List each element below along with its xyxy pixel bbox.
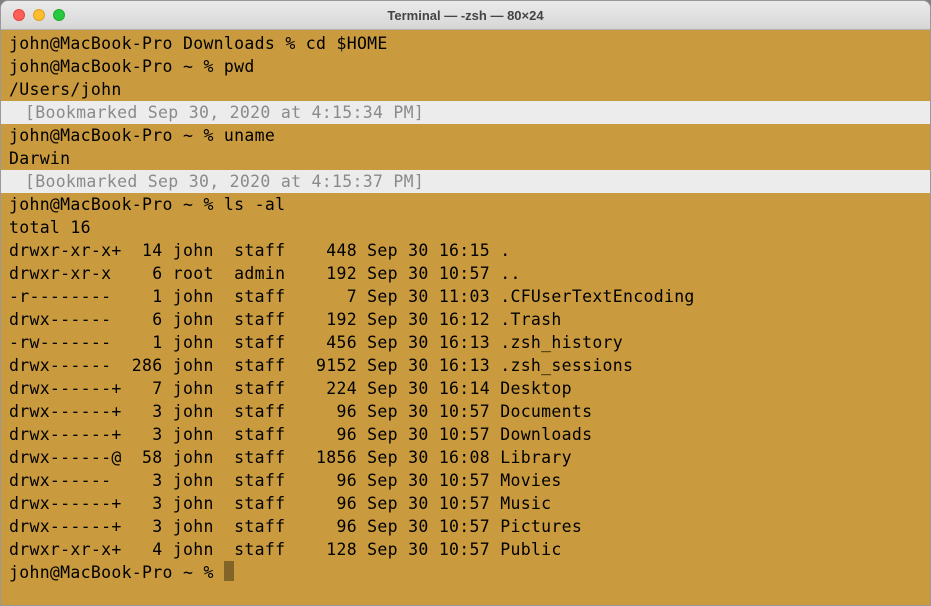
- bookmark-text: [Bookmarked Sep 30, 2020 at 4:15:34 PM]: [9, 103, 424, 122]
- command-line: john@MacBook-Pro ~ % ls -al: [9, 193, 922, 216]
- zoom-button[interactable]: [53, 9, 65, 21]
- output-line: drwx------+ 3 john staff 96 Sep 30 10:57…: [9, 400, 922, 423]
- minimize-button[interactable]: [33, 9, 45, 21]
- command-line: john@MacBook-Pro Downloads % cd $HOME: [9, 32, 922, 55]
- cursor: [224, 561, 234, 581]
- output-line: drwxr-xr-x+ 14 john staff 448 Sep 30 16:…: [9, 239, 922, 262]
- bookmark-line: [Bookmarked Sep 30, 2020 at 4:15:34 PM]: [1, 101, 930, 124]
- output-line: drwxr-xr-x 6 root admin 192 Sep 30 10:57…: [9, 262, 922, 285]
- command-line: john@MacBook-Pro ~ % pwd: [9, 55, 922, 78]
- close-button[interactable]: [13, 9, 25, 21]
- terminal-window: Terminal — -zsh — 80×24 john@MacBook-Pro…: [0, 0, 931, 606]
- output-line: drwx------ 286 john staff 9152 Sep 30 16…: [9, 354, 922, 377]
- output-line: drwx------+ 3 john staff 96 Sep 30 10:57…: [9, 423, 922, 446]
- window-title: Terminal — -zsh — 80×24: [1, 8, 930, 23]
- output-line: /Users/john: [9, 78, 922, 101]
- prompt-line[interactable]: john@MacBook-Pro ~ %: [9, 561, 922, 584]
- prompt-text: john@MacBook-Pro ~ %: [9, 563, 224, 582]
- output-line: drwxr-xr-x+ 4 john staff 128 Sep 30 10:5…: [9, 538, 922, 561]
- bookmark-line: [Bookmarked Sep 30, 2020 at 4:15:37 PM]: [1, 170, 930, 193]
- traffic-lights: [1, 9, 65, 21]
- bookmark-text: [Bookmarked Sep 30, 2020 at 4:15:37 PM]: [9, 172, 424, 191]
- output-line: total 16: [9, 216, 922, 239]
- output-line: drwx------@ 58 john staff 1856 Sep 30 16…: [9, 446, 922, 469]
- output-line: drwx------+ 7 john staff 224 Sep 30 16:1…: [9, 377, 922, 400]
- command-line: john@MacBook-Pro ~ % uname: [9, 124, 922, 147]
- output-line: -rw------- 1 john staff 456 Sep 30 16:13…: [9, 331, 922, 354]
- output-line: drwx------ 3 john staff 96 Sep 30 10:57 …: [9, 469, 922, 492]
- output-line: Darwin: [9, 147, 922, 170]
- output-line: drwx------+ 3 john staff 96 Sep 30 10:57…: [9, 515, 922, 538]
- output-line: -r-------- 1 john staff 7 Sep 30 11:03 .…: [9, 285, 922, 308]
- titlebar: Terminal — -zsh — 80×24: [1, 1, 930, 30]
- output-line: drwx------+ 3 john staff 96 Sep 30 10:57…: [9, 492, 922, 515]
- output-line: drwx------ 6 john staff 192 Sep 30 16:12…: [9, 308, 922, 331]
- terminal-body[interactable]: john@MacBook-Pro Downloads % cd $HOMEjoh…: [1, 30, 930, 586]
